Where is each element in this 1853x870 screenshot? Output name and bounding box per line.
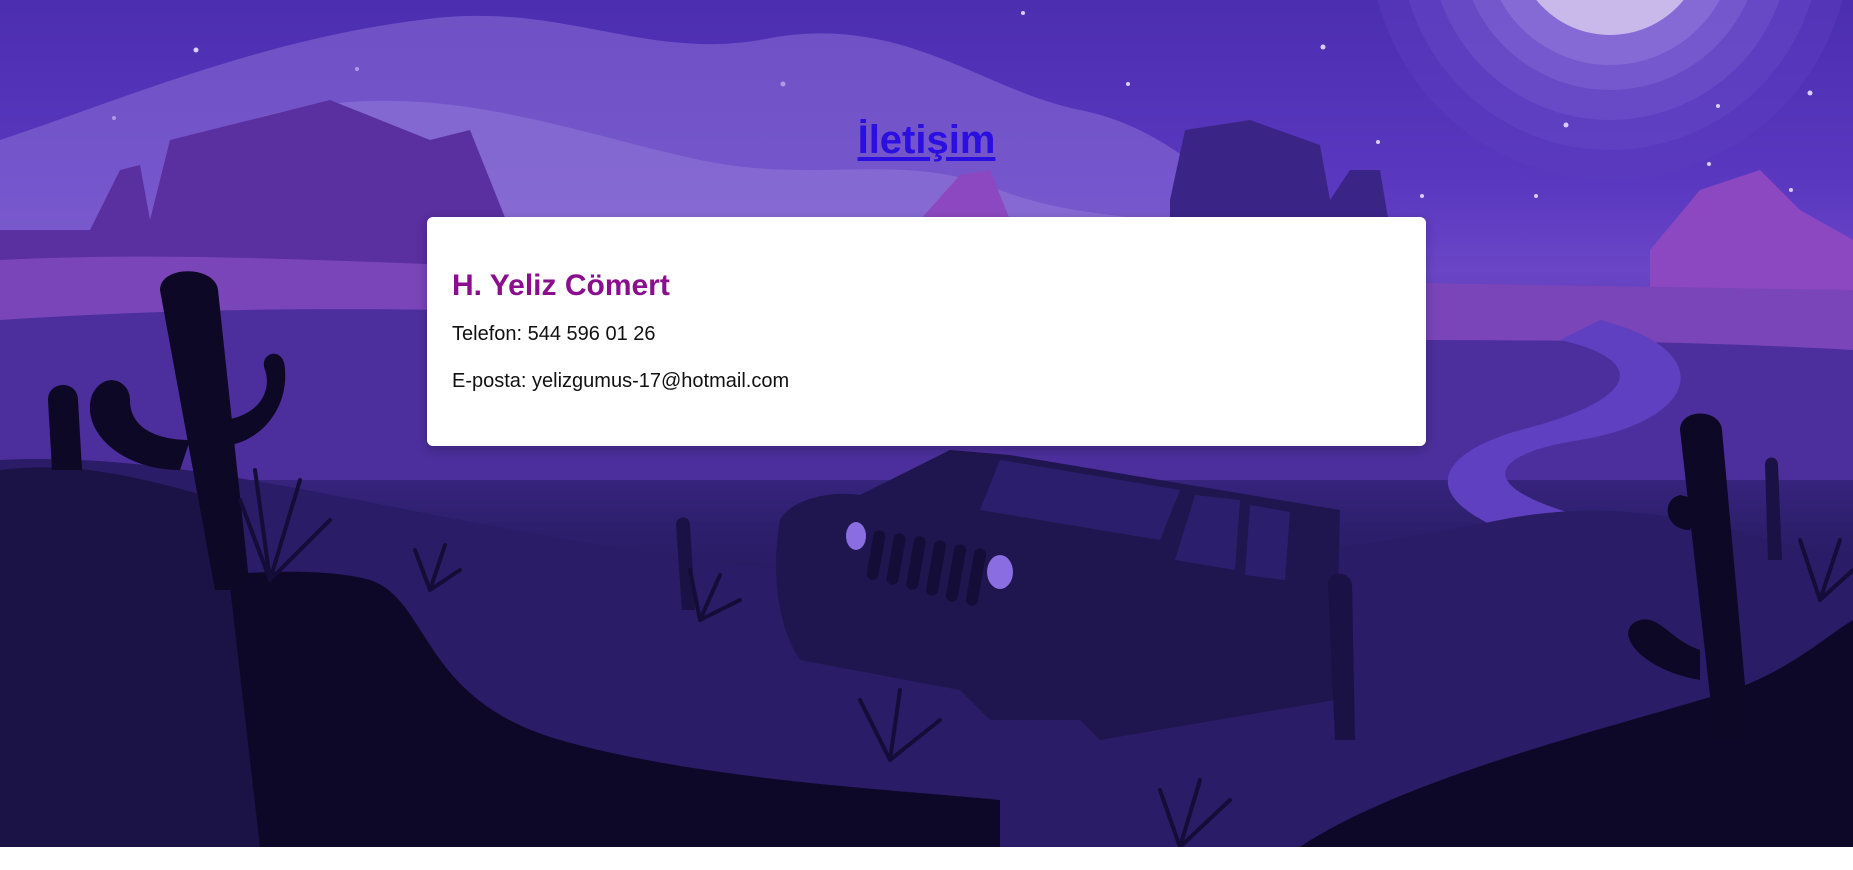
email-line: E-posta: yelizgumus-17@hotmail.com: [452, 370, 1401, 393]
phone-value: 544 596 01 26: [527, 323, 656, 345]
phone-label: Telefon:: [452, 323, 523, 345]
hero-background: İletişim H. Yeliz Cömert Telefon: 544 59…: [0, 0, 1853, 847]
contact-name: H. Yeliz Cömert: [452, 269, 670, 302]
email-label: E-posta:: [452, 370, 527, 392]
page-title[interactable]: İletişim: [0, 118, 1853, 163]
phone-line: Telefon: 544 596 01 26: [452, 323, 1401, 346]
email-value: yelizgumus-17@hotmail.com: [532, 370, 790, 392]
contact-card: H. Yeliz Cömert Telefon: 544 596 01 26 E…: [427, 217, 1426, 446]
